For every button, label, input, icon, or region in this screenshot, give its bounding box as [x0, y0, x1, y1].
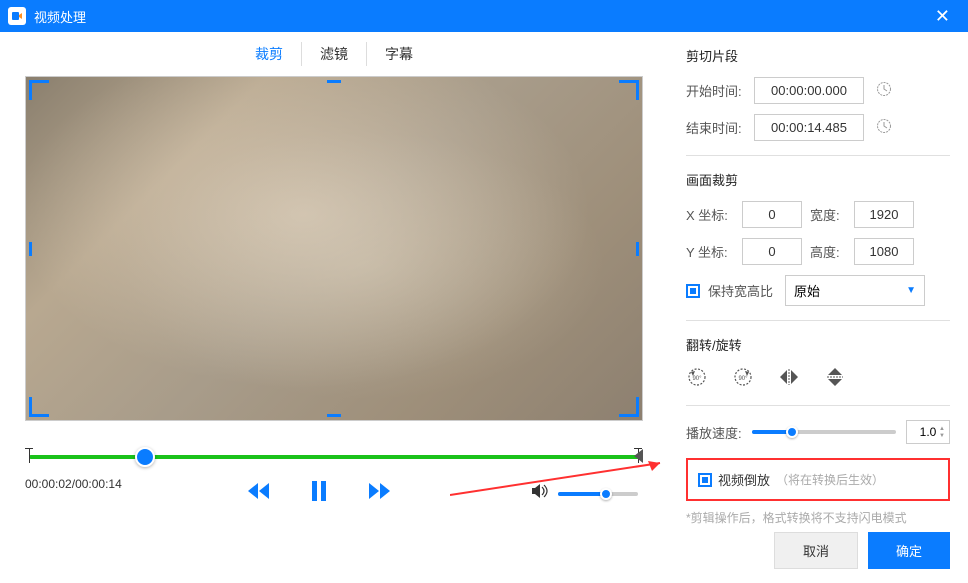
crop-handle-top[interactable] — [327, 80, 341, 83]
flip-horizontal-button[interactable] — [778, 366, 800, 391]
speed-slider[interactable] — [752, 430, 896, 434]
crop-handle-tr[interactable] — [619, 80, 639, 100]
flip-section-title: 翻转/旋转 — [686, 335, 950, 354]
window-title: 视频处理 — [34, 7, 925, 26]
timeline-playhead[interactable] — [135, 447, 155, 467]
start-time-input[interactable] — [754, 77, 864, 104]
tab-subtitle[interactable]: 字幕 — [367, 42, 431, 66]
crop-handle-bottom[interactable] — [327, 414, 341, 417]
volume-handle[interactable] — [600, 488, 612, 500]
volume-icon[interactable] — [532, 483, 550, 504]
cancel-button[interactable]: 取消 — [774, 532, 858, 569]
timeline[interactable] — [25, 441, 643, 471]
pause-button[interactable] — [310, 481, 328, 506]
timeline-end-arrow — [634, 449, 643, 463]
reverse-label: 视频倒放 — [718, 470, 770, 489]
start-time-label: 开始时间: — [686, 81, 746, 100]
x-input[interactable] — [742, 201, 802, 228]
crop-handle-bl[interactable] — [29, 397, 49, 417]
width-input[interactable] — [854, 201, 914, 228]
height-input[interactable] — [854, 238, 914, 265]
footer-hint: *剪辑操作后，格式转换将不支持闪电模式 — [686, 509, 950, 526]
height-label: 高度: — [810, 242, 846, 261]
reverse-checkbox[interactable] — [698, 473, 712, 487]
rotate-right-button[interactable]: 90° — [732, 366, 754, 391]
end-time-input[interactable] — [754, 114, 864, 141]
speed-stepper[interactable]: ▲▼ — [937, 421, 947, 443]
flip-vertical-button[interactable] — [824, 366, 846, 391]
rotate-left-button[interactable]: 90° — [686, 366, 708, 391]
tabs: 裁剪 滤镜 字幕 — [0, 32, 668, 76]
speed-label: 播放速度: — [686, 423, 742, 442]
end-time-label: 结束时间: — [686, 118, 746, 137]
ok-button[interactable]: 确定 — [868, 532, 950, 569]
timeline-start-marker[interactable] — [29, 449, 30, 463]
prev-button[interactable] — [248, 482, 270, 505]
clip-section-title: 剪切片段 — [686, 46, 950, 65]
crop-handle-left[interactable] — [29, 242, 32, 256]
svg-text:90°: 90° — [738, 376, 748, 382]
tab-crop[interactable]: 裁剪 — [237, 42, 302, 66]
crop-section-title: 画面裁剪 — [686, 170, 950, 189]
aspect-ratio-select[interactable]: 原始 ▼ — [785, 275, 925, 306]
video-preview[interactable] — [25, 76, 643, 421]
tab-filter[interactable]: 滤镜 — [302, 42, 367, 66]
next-button[interactable] — [368, 482, 390, 505]
crop-handle-tl[interactable] — [29, 80, 49, 100]
svg-text:90°: 90° — [692, 376, 702, 382]
width-label: 宽度: — [810, 205, 846, 224]
reverse-hint: （将在转换后生效） — [776, 471, 884, 488]
close-button[interactable]: ✕ — [925, 2, 960, 31]
reset-start-icon[interactable] — [876, 81, 892, 100]
titlebar: 视频处理 ✕ — [0, 0, 968, 32]
speed-handle[interactable] — [786, 426, 798, 438]
reverse-highlight-box: 视频倒放 （将在转换后生效） — [686, 458, 950, 501]
volume-slider[interactable] — [558, 492, 638, 496]
reset-end-icon[interactable] — [876, 118, 892, 137]
crop-handle-br[interactable] — [619, 397, 639, 417]
crop-handle-right[interactable] — [636, 242, 639, 256]
y-input[interactable] — [742, 238, 802, 265]
y-label: Y 坐标: — [686, 242, 734, 261]
aspect-ratio-checkbox[interactable] — [686, 284, 700, 298]
chevron-down-icon: ▼ — [906, 285, 916, 296]
speed-input[interactable]: 1.0 ▲▼ — [906, 420, 950, 444]
aspect-ratio-label: 保持宽高比 — [708, 281, 773, 300]
x-label: X 坐标: — [686, 205, 734, 224]
app-icon — [8, 7, 26, 25]
